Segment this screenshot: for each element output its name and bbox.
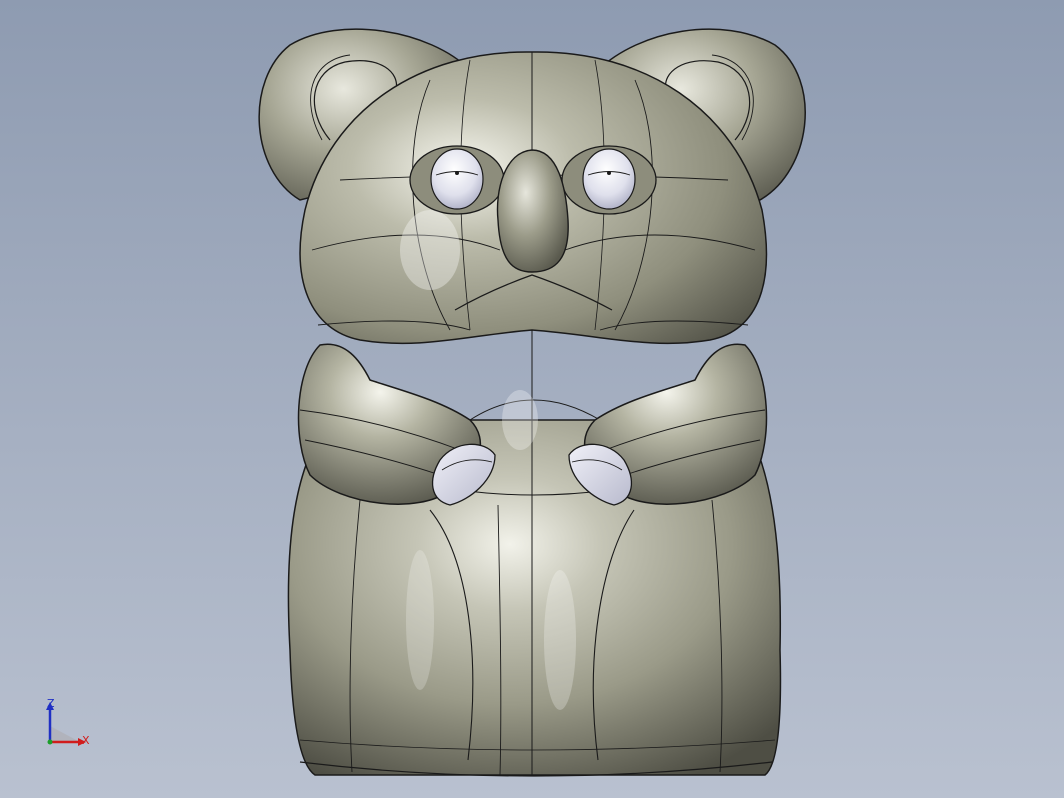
graphics-viewport[interactable]: Z X [0,0,1064,798]
eye-right [582,148,636,210]
x-axis-label: X [82,734,90,747]
z-axis-label: Z [47,697,55,710]
view-orientation-triad: Z X [36,696,96,756]
axis-triad-graphic [46,702,86,746]
koala-nose [496,149,569,273]
koala-model[interactable] [0,0,1064,798]
eye-left [430,148,484,210]
